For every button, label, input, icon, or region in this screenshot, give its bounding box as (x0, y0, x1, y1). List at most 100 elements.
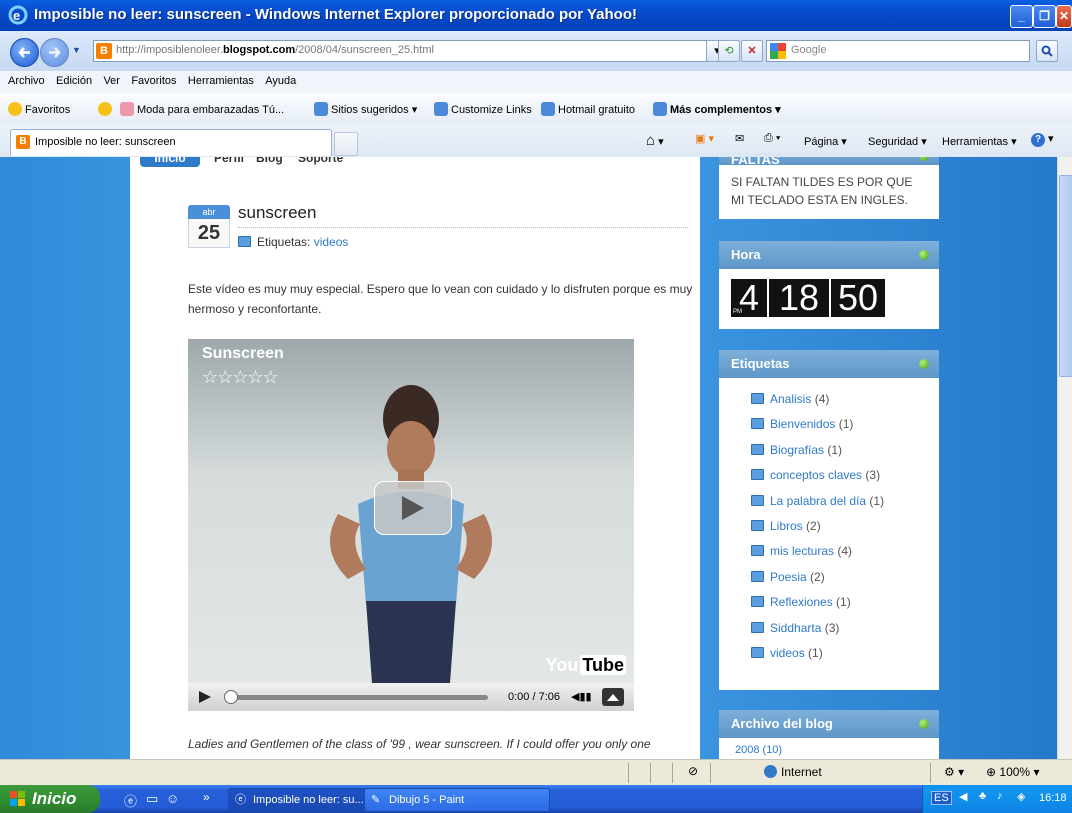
address-bar: ▼ B http://imposiblenoleer.blogspot.com/… (0, 31, 1072, 72)
play-button[interactable] (198, 690, 212, 704)
folder-icon (751, 443, 764, 455)
history-dropdown-icon[interactable]: ▼ (72, 45, 81, 55)
zoom-button[interactable]: ⊕ 100% ▾ (986, 765, 1039, 779)
label-link[interactable]: videos (770, 646, 805, 660)
new-tab-button[interactable] (334, 132, 358, 156)
restore-button[interactable]: ❐ (1033, 5, 1056, 28)
label-link[interactable]: Siddharta (770, 621, 821, 635)
stop-button[interactable]: ✕ (741, 40, 763, 62)
fav-link-complementos[interactable]: Más complementos ▾ (653, 102, 781, 116)
help-button[interactable]: ? ▾ (1031, 132, 1054, 147)
tray-volume-icon[interactable]: ♪ (997, 790, 1003, 802)
mail-button[interactable]: ✉ (735, 132, 744, 145)
search-input[interactable]: Google (766, 40, 1030, 62)
label-link-videos[interactable]: videos (314, 235, 349, 249)
tab-active[interactable]: B Imposible no leer: sunscreen (10, 129, 332, 156)
tools-menu[interactable]: Herramientas ▾ (942, 135, 1017, 148)
home-button[interactable]: ⌂ ▾ (646, 132, 664, 149)
label-link[interactable]: La palabra del día (770, 494, 866, 508)
progress-knob[interactable] (224, 690, 238, 704)
favorites-button[interactable]: Favoritos (8, 102, 70, 116)
url-field[interactable]: B http://imposiblenoleer.blogspot.com/20… (93, 40, 707, 62)
video-frame[interactable]: Sunscreen ☆☆☆☆☆ You Tube (188, 339, 634, 683)
fullscreen-button[interactable] (602, 688, 624, 706)
clock-seconds: 50 (831, 279, 885, 317)
label-link[interactable]: Libros (770, 519, 803, 533)
label-link[interactable]: conceptos claves (770, 468, 862, 482)
nav-perfil[interactable]: Perfil (214, 157, 244, 165)
label-link[interactable]: Biografías (770, 443, 824, 457)
volume-icon[interactable]: ◀▮▮ (571, 690, 592, 703)
scroll-thumb[interactable] (1059, 175, 1072, 377)
ie-page-icon (541, 102, 555, 116)
nav-blog[interactable]: Blog (256, 157, 283, 165)
archive-year-link[interactable]: 2008 (10) (719, 738, 939, 756)
fav-link-customize[interactable]: Customize Links (434, 102, 532, 116)
youtube-logo[interactable]: You Tube (546, 655, 626, 676)
blog-nav: Inicio Perfil Blog Soporte (140, 157, 700, 171)
vertical-scrollbar[interactable] (1057, 157, 1072, 759)
quicklaunch-more-icon[interactable]: » (203, 790, 210, 804)
zone-indicator: Internet (764, 765, 822, 779)
rss-button[interactable]: ▣ ▾ (695, 132, 714, 145)
protected-mode-button[interactable]: ⚙ ▾ (944, 765, 964, 779)
nav-soporte[interactable]: Soporte (298, 157, 343, 165)
nav-inicio[interactable]: Inicio (140, 157, 200, 167)
tray-network-icon[interactable]: ♣ (979, 790, 986, 802)
search-button[interactable] (1036, 40, 1058, 62)
quicklaunch-messenger-icon[interactable]: ☺ (166, 791, 179, 806)
menu-edicion[interactable]: Edición (56, 75, 92, 87)
fav-link-hotmail[interactable]: Hotmail gratuito (541, 102, 635, 116)
status-dot-icon (919, 250, 929, 260)
menu-favoritos[interactable]: Favoritos (131, 75, 176, 87)
security-menu[interactable]: Seguridad ▾ (868, 135, 927, 148)
start-button[interactable]: Inicio (0, 785, 100, 813)
label-count: (1) (869, 493, 885, 508)
refresh-button[interactable]: ⟲ (718, 40, 740, 62)
tray-expand-icon[interactable]: ◀ (959, 790, 967, 803)
rss-icon: ▣ (695, 133, 706, 145)
play-overlay-button[interactable] (374, 481, 452, 535)
video-title[interactable]: Sunscreen (202, 345, 284, 363)
quicklaunch-desktop-icon[interactable]: ▭ (146, 791, 158, 807)
youtube-player[interactable]: Sunscreen ☆☆☆☆☆ You Tube 0:00 / 7:06 ◀▮▮ (188, 339, 634, 711)
progress-bar[interactable] (228, 695, 488, 700)
back-button[interactable] (10, 38, 39, 67)
quicklaunch-ie-icon[interactable]: ⓔ (124, 791, 137, 810)
widget-etiquetas-header: Etiquetas (719, 350, 939, 378)
add-favorite-button[interactable] (98, 102, 115, 116)
tray-clock[interactable]: 16:18 (1039, 792, 1067, 804)
task-paint-window[interactable]: ✎ Dibujo 5 - Paint (364, 788, 550, 812)
label-link[interactable]: Bienvenidos (770, 417, 835, 431)
forward-button[interactable] (40, 38, 69, 67)
fav-link-moda[interactable]: Moda para embarazadas Tú... (120, 102, 284, 116)
back-arrow-icon (18, 47, 30, 58)
folder-icon (751, 596, 764, 608)
video-rating[interactable]: ☆☆☆☆☆ (202, 367, 279, 388)
label-link[interactable]: Poesia (770, 570, 807, 584)
label-count: (4) (837, 544, 853, 559)
task-ie-window[interactable]: ⓔ Imposible no leer: su... (228, 788, 384, 812)
post-month: abr (188, 205, 230, 219)
minimize-button[interactable]: _ (1010, 5, 1033, 28)
label-item: conceptos claves (3) (751, 468, 939, 493)
fav-link-sitios[interactable]: Sitios sugeridos ▾ (314, 102, 417, 116)
url-domain: blogspot.com (223, 44, 296, 56)
menu-herramientas[interactable]: Herramientas (188, 75, 254, 87)
menu-ayuda[interactable]: Ayuda (265, 75, 296, 87)
page-menu[interactable]: Página ▾ (804, 135, 847, 148)
close-button[interactable]: ✕ (1056, 5, 1072, 28)
popup-blocker-icon[interactable]: ⊘ (688, 764, 698, 778)
label-item: Poesia (2) (751, 570, 939, 595)
tray-app-icon[interactable]: ◈ (1017, 790, 1025, 803)
print-button[interactable]: ⎙ ▾ (764, 132, 781, 145)
ie-logo-icon: e (8, 5, 28, 25)
menu-ver[interactable]: Ver (103, 75, 120, 87)
language-indicator[interactable]: ES (931, 791, 952, 805)
label-link[interactable]: Reflexiones (770, 595, 833, 609)
menu-archivo[interactable]: Archivo (8, 75, 45, 87)
label-link[interactable]: mis lecturas (770, 544, 834, 558)
clock-hour: 4 PM (731, 279, 767, 317)
post-title[interactable]: sunscreen (238, 203, 316, 223)
label-link[interactable]: Analisis (770, 392, 811, 406)
